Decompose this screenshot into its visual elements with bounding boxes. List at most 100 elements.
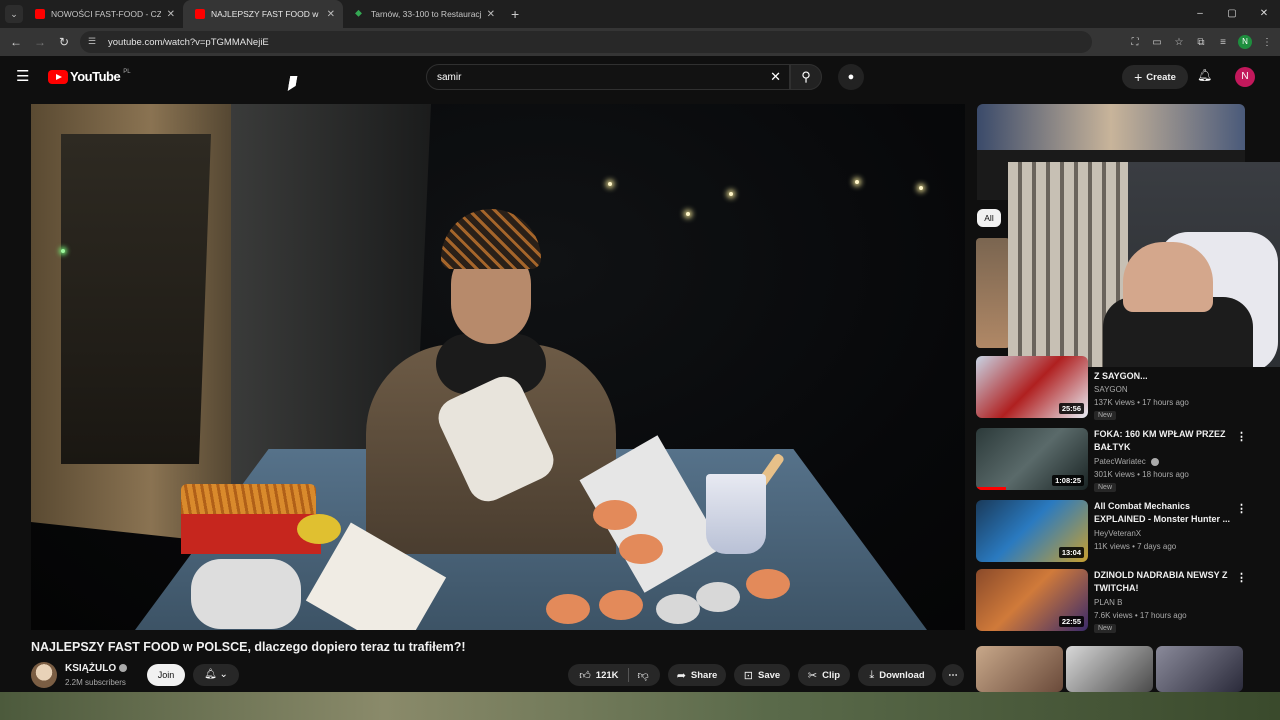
extensions-icon[interactable]: ⧉ — [1194, 37, 1208, 48]
minimize-icon[interactable]: – — [1184, 0, 1216, 28]
tab-search-icon[interactable]: ⌄ — [5, 5, 23, 23]
search-button[interactable]: ⚲ — [790, 64, 822, 90]
translate-icon[interactable]: ⛶ — [1128, 37, 1142, 48]
media-icon[interactable]: ≡ — [1216, 37, 1230, 48]
more-horizontal-icon: ⋯ — [948, 669, 958, 681]
back-icon[interactable]: ← — [4, 35, 28, 49]
search-input[interactable]: samir ✕ — [426, 64, 790, 90]
scene-light — [61, 249, 65, 253]
tab-2[interactable]: NAJLEPSZY FAST FOOD w POLS ✕ — [183, 0, 343, 28]
close-icon[interactable]: ✕ — [327, 9, 335, 20]
list-item[interactable]: 1:08:25 FOKA: 160 KM WPŁAW PRZEZ BAŁTYK … — [976, 428, 1276, 492]
profile-avatar-icon[interactable]: N — [1238, 35, 1252, 49]
tab-title: NAJLEPSZY FAST FOOD w POLS — [211, 9, 321, 19]
sidebar-ad-banner[interactable] — [977, 104, 1245, 150]
thumbs-up-icon[interactable]: 👍︎ — [579, 669, 591, 682]
tab-title: Tarnów, 33-100 to Restauracje — [371, 9, 481, 19]
close-icon[interactable]: ✕ — [487, 9, 495, 20]
video-title[interactable]: DZINOLD NADRABIA NEWSY Z TWITCHA! — [1094, 569, 1234, 595]
video-meta: 11K views • 7 days ago — [1094, 542, 1177, 551]
video-thumbnail[interactable]: 22:55 — [976, 569, 1088, 631]
clear-search-icon[interactable]: ✕ — [770, 69, 781, 85]
video-thumbnail[interactable]: 1:08:25 — [976, 428, 1088, 490]
verified-icon — [119, 664, 128, 673]
subscription-bell-button[interactable]: 🔔︎ ⌄ — [193, 664, 239, 686]
partial-thumbnail[interactable] — [976, 238, 1010, 348]
channel-avatar[interactable] — [31, 662, 57, 688]
video-scene-sauce — [696, 582, 740, 612]
video-title[interactable]: Z SAYGON... — [1094, 370, 1234, 383]
tab-3[interactable]: ⬥ Tarnów, 33-100 to Restauracje ✕ — [343, 0, 503, 28]
video-meta: 137K views • 17 hours ago — [1094, 398, 1189, 407]
video-title[interactable]: All Combat Mechanics EXPLAINED - Monster… — [1094, 500, 1234, 526]
short-thumbnail[interactable] — [1156, 646, 1243, 692]
video-duration: 25:56 — [1058, 403, 1084, 414]
list-item[interactable]: 13:04 All Combat Mechanics EXPLAINED - M… — [976, 500, 1276, 564]
notifications-bell-icon[interactable]: 🔔︎ — [1197, 68, 1212, 82]
channel-name[interactable]: SAYGON — [1094, 385, 1128, 394]
scene-light — [686, 212, 690, 216]
more-vertical-icon[interactable]: ⋮ — [1236, 430, 1247, 443]
maps-favicon-icon: ⬥ — [355, 8, 362, 19]
video-thumbnail[interactable]: 13:04 — [976, 500, 1088, 562]
video-scene-cup — [706, 474, 766, 554]
youtube-play-icon — [48, 69, 68, 84]
list-item[interactable]: 22:55 DZINOLD NADRABIA NEWSY Z TWITCHA! … — [976, 569, 1276, 633]
cast-icon[interactable]: ▭ — [1150, 37, 1164, 48]
background-scenery — [0, 692, 1280, 720]
short-thumbnail[interactable] — [1066, 646, 1153, 692]
new-badge: New — [1094, 411, 1117, 420]
shorts-row — [976, 646, 1243, 692]
divider — [627, 668, 629, 682]
youtube-header: ☰ YouTube PL samir ✕ ⚲ ● + Create 🔔︎ N — [0, 56, 1280, 100]
create-button[interactable]: + Create — [1122, 65, 1188, 89]
browser-menu-icon[interactable]: ⋮ — [1260, 37, 1274, 48]
thumbs-down-icon[interactable]: 👎︎ — [638, 669, 649, 682]
like-count[interactable]: 121K — [596, 670, 619, 681]
url-field[interactable]: ☰ youtube.com/watch?v=pTGMMANejiE — [80, 31, 1092, 53]
channel-name[interactable]: PLAN B — [1094, 598, 1122, 607]
video-player[interactable] — [31, 104, 965, 630]
plus-icon: + — [1134, 69, 1143, 85]
subscriber-count: 2.2M subscribers — [65, 678, 126, 687]
short-thumbnail[interactable] — [976, 646, 1063, 692]
reload-icon[interactable]: ↻ — [52, 35, 76, 49]
list-item[interactable]: 25:56 Z SAYGON... SAYGON 137K views • 17… — [976, 356, 1276, 420]
more-vertical-icon[interactable]: ⋮ — [1236, 502, 1247, 515]
url-text: youtube.com/watch?v=pTGMMANejiE — [108, 36, 269, 48]
filter-chip-all[interactable]: All — [977, 209, 1001, 227]
video-scene-sauce — [656, 594, 700, 624]
share-button[interactable]: ➦ Share — [668, 664, 726, 686]
channel-name[interactable]: HeyVeteranX — [1094, 529, 1141, 538]
voice-search-button[interactable]: ● — [838, 64, 864, 90]
bookmark-icon: ⊡ — [743, 669, 754, 682]
video-duration: 13:04 — [1058, 547, 1084, 558]
clip-label: Clip — [822, 669, 841, 681]
youtube-logo[interactable]: YouTube PL — [48, 69, 131, 84]
bookmark-star-icon[interactable]: ☆ — [1172, 37, 1186, 48]
save-button[interactable]: ⊡ Save — [734, 664, 790, 686]
window-close-icon[interactable]: ✕ — [1248, 0, 1280, 28]
tab-title: NOWOŚCI FAST-FOOD - CZY W — [51, 9, 161, 19]
channel-name[interactable]: KSIĄŻULO — [65, 663, 128, 674]
tab-1[interactable]: NOWOŚCI FAST-FOOD - CZY W ✕ — [23, 0, 183, 28]
video-title[interactable]: FOKA: 160 KM WPŁAW PRZEZ BAŁTYK — [1094, 428, 1234, 454]
close-icon[interactable]: ✕ — [167, 9, 175, 20]
video-thumbnail[interactable]: 25:56 — [976, 356, 1088, 418]
new-tab-icon[interactable]: + — [511, 6, 519, 22]
download-button[interactable]: ⤓ Download — [858, 664, 936, 686]
more-vertical-icon[interactable]: ⋮ — [1236, 571, 1247, 584]
maximize-icon[interactable]: ▢ — [1216, 0, 1248, 28]
forward-icon[interactable]: → — [28, 35, 52, 49]
search-value: samir — [437, 71, 462, 83]
join-button[interactable]: Join — [147, 664, 185, 686]
hamburger-menu-icon[interactable]: ☰ — [16, 69, 30, 84]
video-meta: 301K views • 18 hours ago — [1094, 470, 1189, 479]
bell-icon: 🔔︎ — [204, 669, 217, 680]
channel-name[interactable]: PatecWariatec — [1094, 457, 1159, 466]
more-actions-button[interactable]: ⋯ — [942, 664, 964, 686]
site-info-icon[interactable]: ☰ — [88, 36, 100, 48]
streamer-webcam-overlay — [1008, 162, 1280, 367]
clip-button[interactable]: ✂ Clip — [798, 664, 850, 686]
account-avatar[interactable]: N — [1235, 67, 1255, 87]
